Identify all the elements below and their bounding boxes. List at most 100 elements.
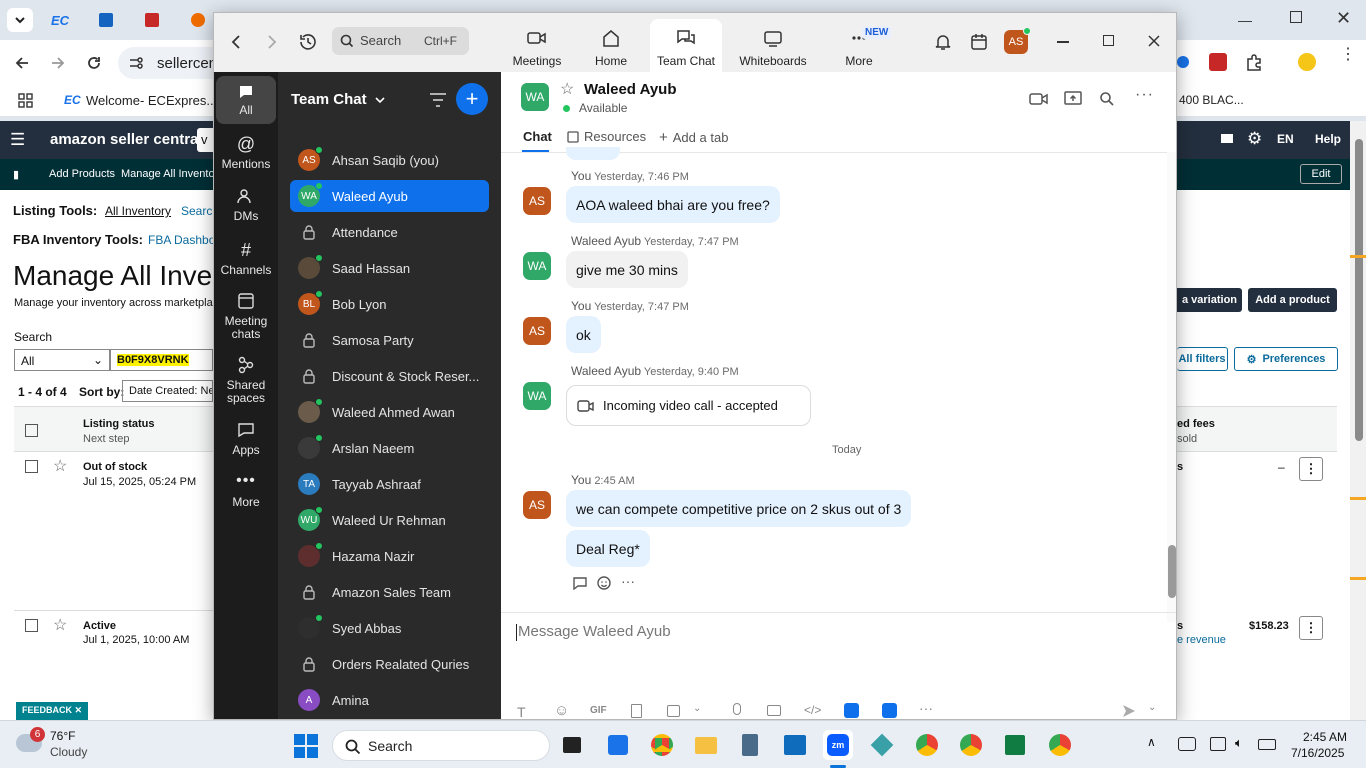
message-avatar[interactable]: WA	[523, 382, 551, 410]
star-icon[interactable]: ☆	[53, 456, 67, 476]
file-explorer-icon[interactable]	[691, 730, 721, 760]
window-minimize-icon[interactable]	[1057, 41, 1069, 43]
extension-blue-icon[interactable]	[1176, 55, 1190, 69]
microsoft-store-icon[interactable]	[603, 730, 633, 760]
notification-bell-icon[interactable]	[934, 33, 952, 51]
zoom-search-bar[interactable]: Search Ctrl+F	[332, 27, 469, 55]
filter-icon[interactable]	[429, 92, 447, 108]
fba-dashboard-link[interactable]: FBA Dashboa	[148, 233, 222, 247]
search-icon[interactable]	[1099, 91, 1115, 107]
feedback-button[interactable]: FEEDBACK ✕	[16, 702, 89, 720]
tab-chat[interactable]: Chat	[523, 129, 552, 144]
app-integration-icon[interactable]	[844, 703, 859, 718]
select-all-checkbox[interactable]	[25, 424, 38, 437]
add-tab-button[interactable]: + Add a tab	[659, 129, 728, 146]
add-product-button[interactable]: Add a product	[1248, 288, 1337, 312]
all-filters-button[interactable]: All filters	[1177, 347, 1228, 371]
bookmark-right-link[interactable]: 400 BLAC...	[1179, 93, 1244, 107]
text-format-icon[interactable]: T	[517, 704, 526, 719]
excel-icon[interactable]	[1000, 730, 1030, 760]
chat-list-item[interactable]: A Amina	[290, 684, 489, 716]
rail-shared-spaces[interactable]: Shared spaces	[216, 356, 276, 416]
message-more-icon[interactable]: ···	[621, 573, 635, 589]
sort-select[interactable]: Date Created: Nev	[122, 380, 213, 402]
pdf-extension-icon[interactable]	[1209, 53, 1227, 71]
row2-revenue-link[interactable]: e revenue	[1177, 634, 1226, 646]
bookmark-icon[interactable]: ▮	[13, 168, 19, 181]
chat-list-item[interactable]: WU Waleed Ur Rehman	[290, 504, 489, 536]
rail-apps[interactable]: Apps	[216, 422, 276, 466]
chat-list-item[interactable]: Syed Abbas	[290, 612, 489, 644]
chrome-profile-icon[interactable]	[912, 730, 942, 760]
file-icon[interactable]	[631, 704, 642, 718]
message-bubble[interactable]: Deal Reg*	[566, 530, 650, 567]
chat-list-item[interactable]: Attendance	[290, 216, 489, 248]
app-diamond-icon[interactable]	[867, 730, 897, 760]
chat-contact-name[interactable]: Waleed Ayub	[584, 81, 677, 98]
emoji-icon[interactable]: ☺	[554, 702, 569, 719]
zoom-app-icon[interactable]: zm	[823, 730, 853, 760]
restore-icon[interactable]	[1290, 11, 1302, 23]
mail-icon[interactable]	[1221, 134, 1233, 143]
row-actions-icon[interactable]: ⋮	[1299, 616, 1323, 640]
message-avatar[interactable]: AS	[523, 317, 551, 345]
share-screen-icon[interactable]	[1064, 90, 1082, 106]
video-call-card[interactable]: Incoming video call - accepted	[566, 385, 811, 426]
outlook-icon[interactable]	[780, 730, 810, 760]
tab-team-chat[interactable]: Team Chat	[650, 19, 722, 72]
page-scrollbar-thumb[interactable]	[1355, 139, 1363, 441]
all-inventory-link[interactable]: All Inventory	[105, 204, 171, 218]
message-avatar[interactable]: WA	[523, 252, 551, 280]
star-icon[interactable]: ☆	[560, 79, 574, 99]
chat-list-item[interactable]: Amazon Sales Team	[290, 576, 489, 608]
settings-gear-icon[interactable]: ⚙	[1247, 129, 1262, 149]
message-composer-input[interactable]: Message Waleed Ayub	[516, 623, 1156, 683]
row-checkbox[interactable]	[25, 619, 38, 632]
edit-nav-button[interactable]: Edit	[1300, 164, 1342, 184]
network-icon[interactable]	[1178, 737, 1196, 751]
chevron-down-icon[interactable]: ⌄	[1148, 702, 1156, 713]
minimize-icon[interactable]: —	[1238, 12, 1252, 28]
tab-home[interactable]: Home	[580, 19, 642, 72]
tab-blue-favicon[interactable]	[93, 8, 119, 32]
chat-list-item[interactable]: Orders Realated Quries	[290, 648, 489, 680]
new-chat-plus-icon[interactable]: +	[456, 83, 488, 115]
chat-scrollbar-thumb[interactable]	[1168, 545, 1176, 598]
weather-temp[interactable]: 76°F	[50, 729, 75, 743]
display-icon[interactable]	[1210, 737, 1226, 751]
nav-manage-inventory[interactable]: Manage All Inventory	[121, 168, 224, 180]
chat-list-item[interactable]: Hazama Nazir	[290, 540, 489, 572]
chat-list-item[interactable]: Arslan Naeem	[290, 432, 489, 464]
chat-list-item[interactable]: AS Ahsan Saqib (you)	[290, 144, 489, 176]
window-maximize-icon[interactable]	[1103, 35, 1114, 46]
video-message-icon[interactable]	[767, 705, 781, 716]
screenshot-icon[interactable]	[667, 705, 680, 717]
chat-list-item[interactable]: Waleed Ahmed Awan	[290, 396, 489, 428]
rail-channels[interactable]: # Channels	[216, 240, 276, 284]
battery-icon[interactable]	[1258, 739, 1276, 750]
star-icon[interactable]: ☆	[53, 615, 67, 635]
tab-ec-favicon[interactable]: EC	[47, 8, 73, 32]
calendar-icon[interactable]	[970, 33, 988, 51]
row-checkbox[interactable]	[25, 460, 38, 473]
add-reaction-icon[interactable]	[596, 575, 612, 591]
add-variation-button[interactable]: a variation	[1177, 288, 1242, 312]
chrome-profile-3-icon[interactable]	[1045, 730, 1075, 760]
clock-time[interactable]: 2:45 AM	[1303, 730, 1347, 744]
speaker-icon[interactable]: 🔈︎	[1235, 735, 1243, 751]
chat-list-item[interactable]: Discount & Stock Reser...	[290, 360, 489, 392]
tab-search-button[interactable]	[7, 8, 33, 32]
message-bubble[interactable]: AOA waleed bhai are you free?	[566, 186, 780, 223]
tab-whiteboards[interactable]: Whiteboards	[732, 19, 814, 72]
row-actions-icon[interactable]: ⋮	[1299, 457, 1323, 481]
microphone-icon[interactable]	[733, 703, 741, 715]
close-icon[interactable]: ✕	[1336, 8, 1351, 29]
rail-more[interactable]: ••• More	[216, 472, 276, 516]
tab-meetings[interactable]: Meetings	[502, 19, 572, 72]
history-icon[interactable]	[298, 32, 318, 52]
app-integration-2-icon[interactable]	[882, 703, 897, 718]
team-chat-dropdown[interactable]: Team Chat	[291, 91, 385, 108]
forward-arrow-icon[interactable]	[50, 55, 66, 71]
apps-grid-icon[interactable]	[18, 93, 33, 108]
calculator-icon[interactable]	[735, 730, 765, 760]
